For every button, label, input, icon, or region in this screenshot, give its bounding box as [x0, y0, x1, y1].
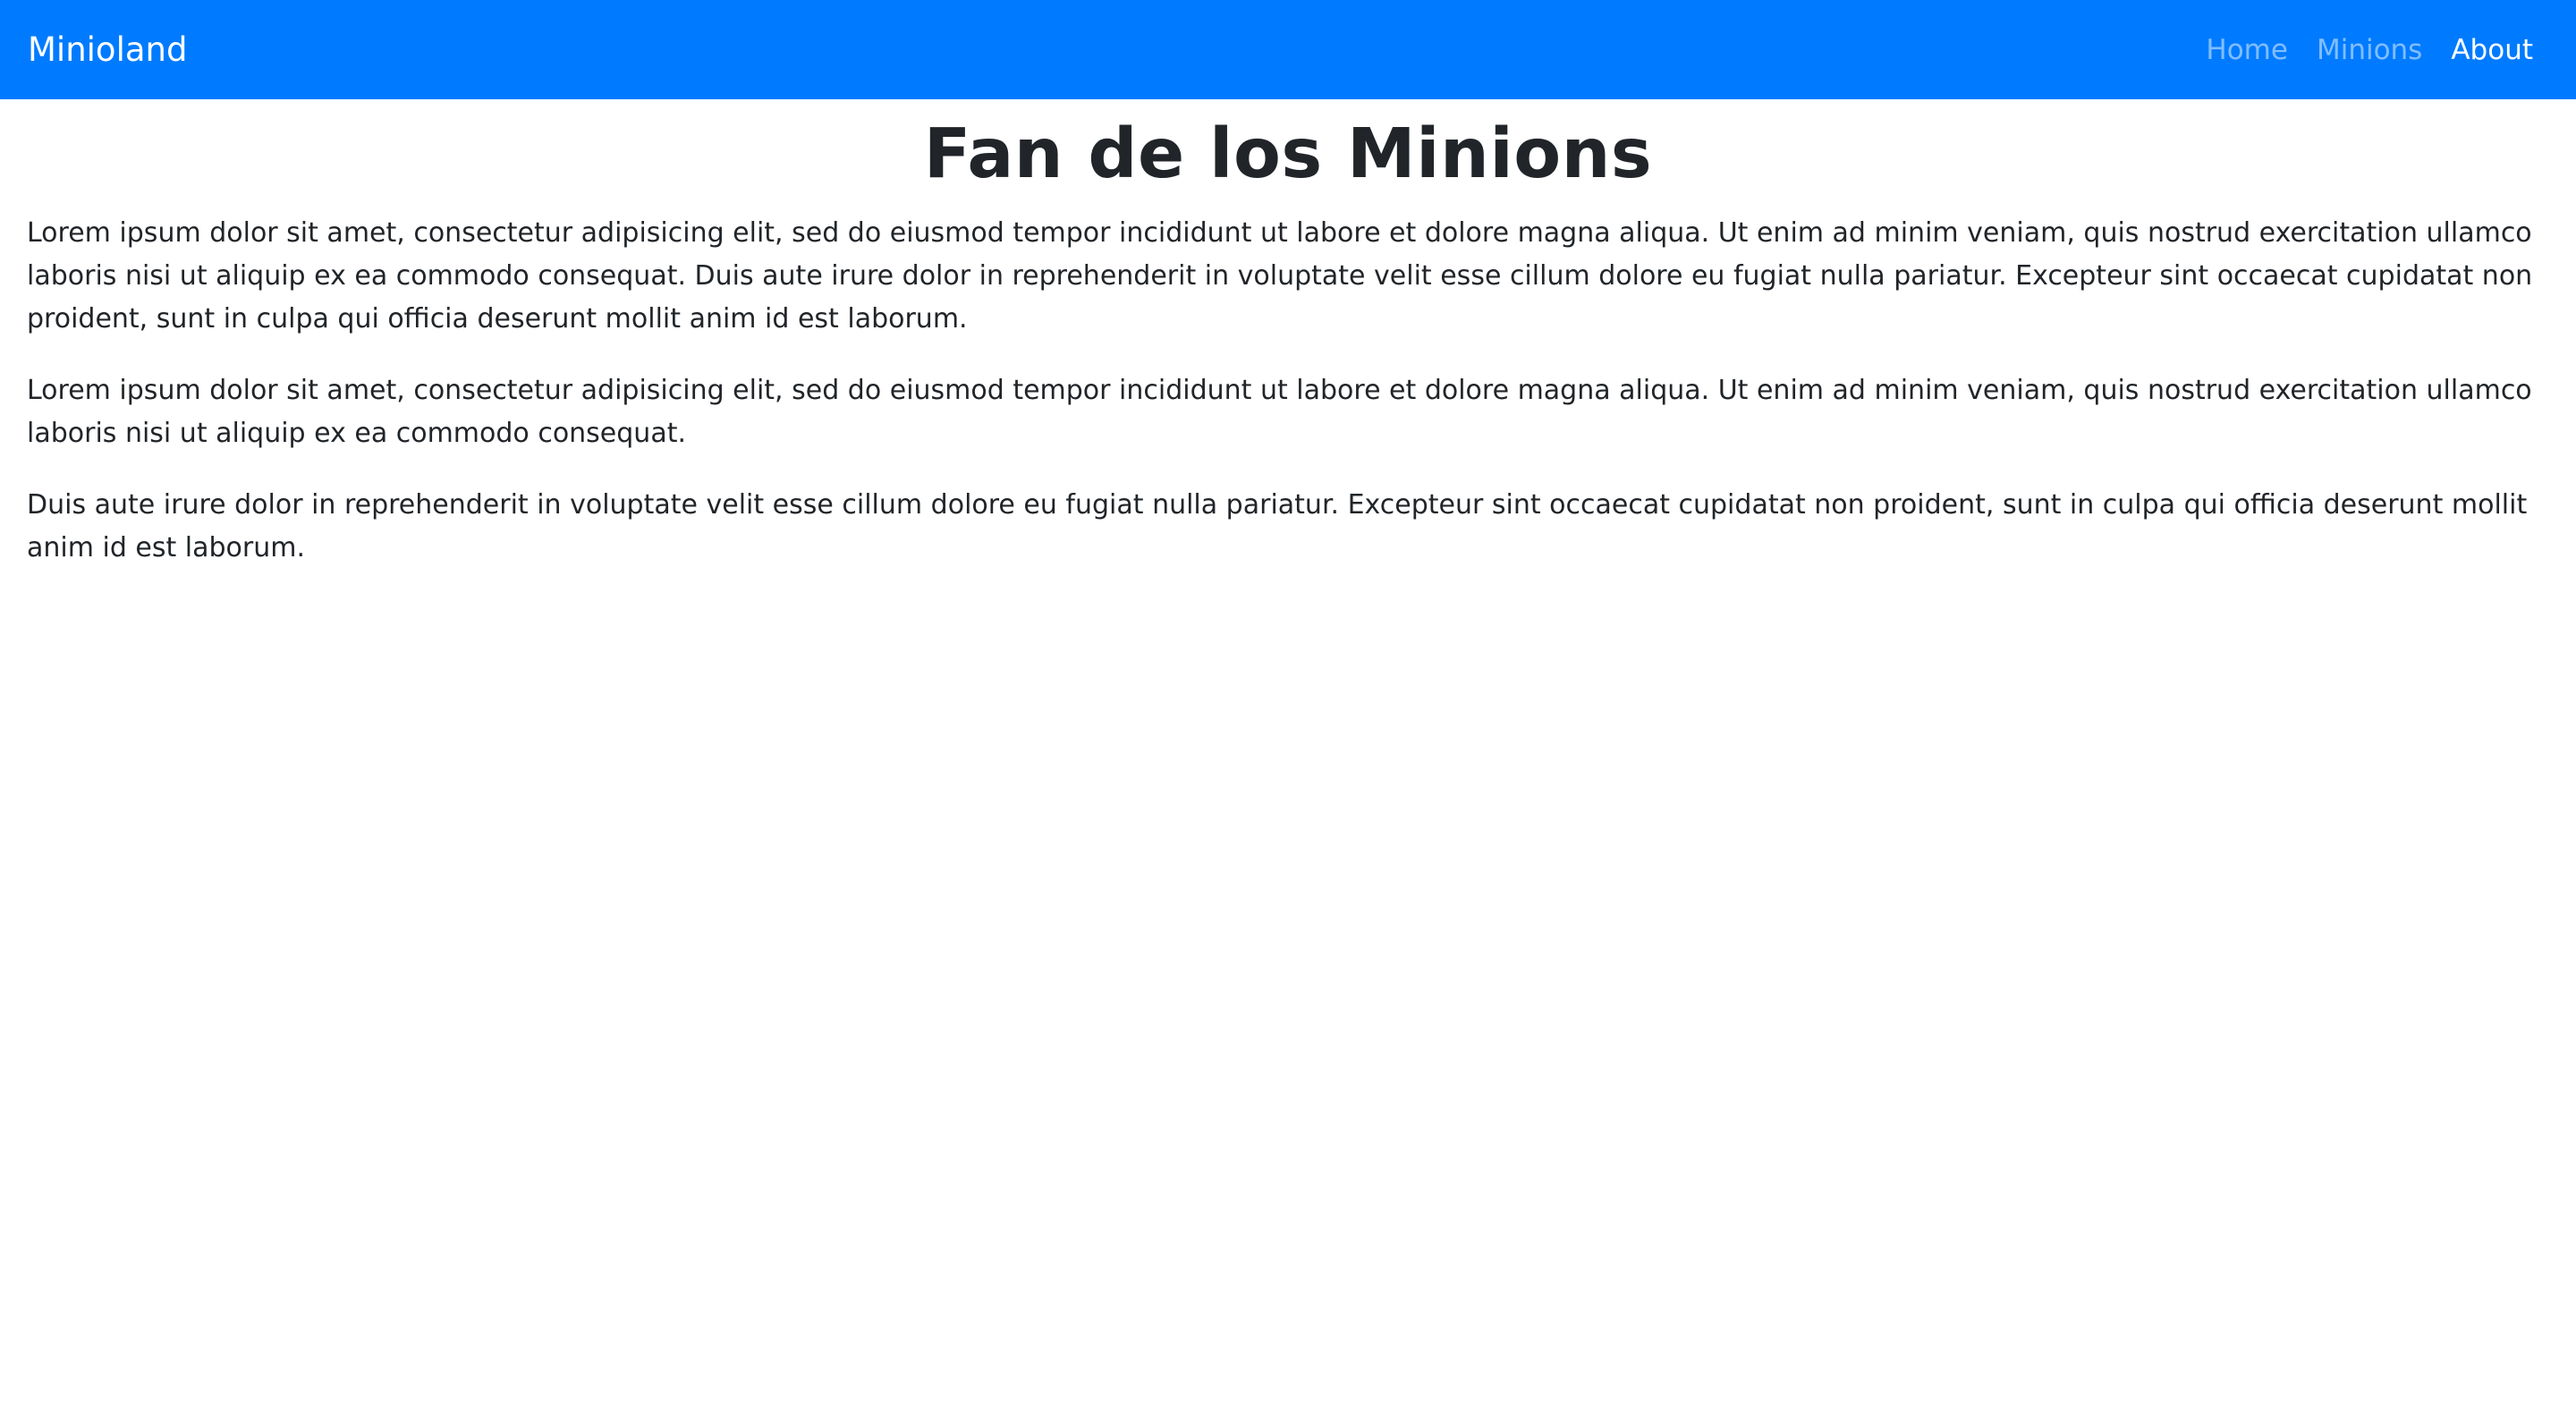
paragraph-1: Lorem ipsum dolor sit amet, consectetur … — [27, 217, 2533, 335]
paragraph-2: Lorem ipsum dolor sit amet, consectetur … — [27, 375, 2532, 449]
nav-link-minions[interactable]: Minions — [2317, 34, 2422, 66]
nav-link-about[interactable]: About — [2451, 34, 2533, 66]
page-title: Fan de los Minions — [923, 114, 1653, 194]
main-content: Fan de los Minions Lorem ipsum dolor sit… — [0, 99, 2576, 570]
brand-link[interactable]: Minioland — [28, 30, 187, 69]
top-navbar: Minioland Home Minions About — [0, 0, 2576, 99]
nav-links: Home Minions About — [2206, 34, 2533, 66]
paragraph-3: Duis aute irure dolor in reprehenderit i… — [27, 489, 2528, 563]
nav-link-home[interactable]: Home — [2206, 34, 2288, 66]
